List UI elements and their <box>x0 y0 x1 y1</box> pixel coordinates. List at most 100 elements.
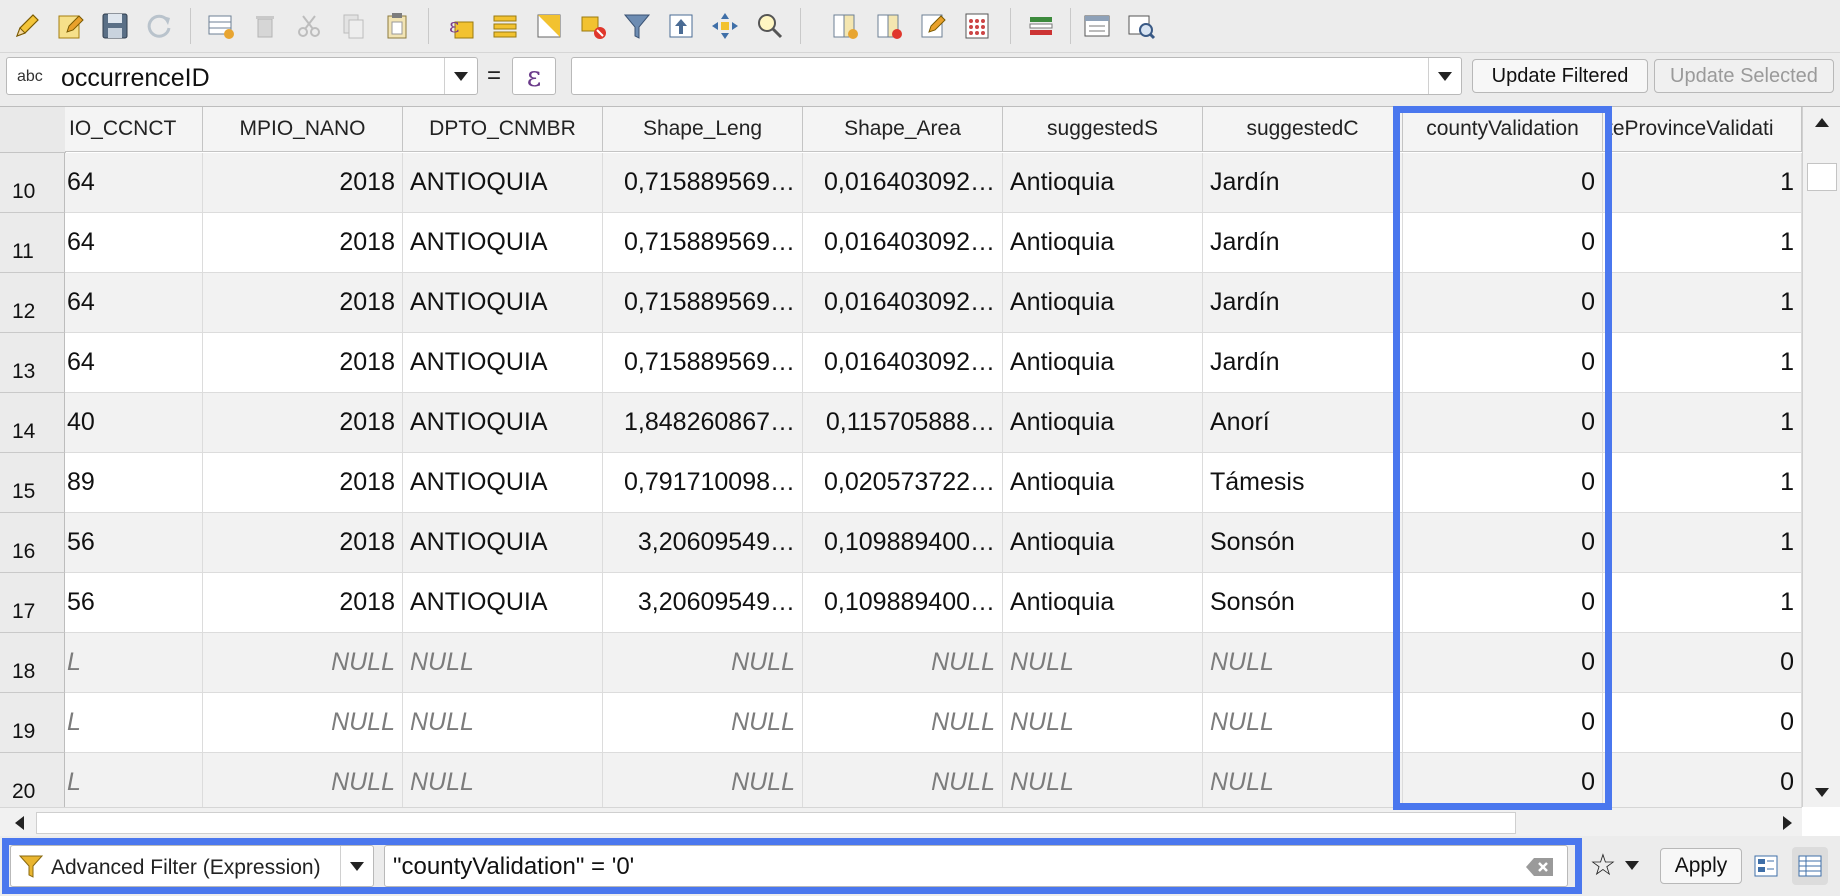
table-cell[interactable]: 0 <box>1403 573 1603 633</box>
field-select-dropdown[interactable]: abc occurrenceID <box>6 57 478 95</box>
table-cell[interactable]: NULL <box>1203 633 1403 693</box>
table-cell[interactable]: ANTIOQUIA <box>403 213 603 273</box>
table-view-icon[interactable] <box>1792 847 1828 885</box>
table-cell[interactable]: ANTIOQUIA <box>403 513 603 573</box>
table-cell[interactable]: Sonsón <box>1203 513 1403 573</box>
scroll-thumb[interactable] <box>1807 163 1837 191</box>
clear-icon[interactable] <box>1525 856 1555 878</box>
table-cell[interactable]: 0 <box>1403 753 1603 813</box>
table-cell[interactable]: NULL <box>403 693 603 753</box>
table-cell[interactable]: 0 <box>1403 393 1603 453</box>
table-cell[interactable]: 0,791710098… <box>603 453 803 513</box>
table-cell[interactable]: Jardín <box>1203 213 1403 273</box>
table-cell[interactable]: NULL <box>603 693 803 753</box>
table-row[interactable]: 11 64 2018 ANTIOQUIA 0,715889569… 0,016403092… <box>0 213 1802 273</box>
deselect-all-icon[interactable] <box>574 7 612 45</box>
conditional-format-icon[interactable] <box>914 7 952 45</box>
table-cell[interactable]: Jardín <box>1203 273 1403 333</box>
new-field-icon[interactable] <box>826 7 864 45</box>
scroll-left-icon[interactable] <box>4 808 34 838</box>
table-cell[interactable]: 0 <box>1403 513 1603 573</box>
table-cell[interactable]: Antioquia <box>1003 513 1203 573</box>
table-cell[interactable]: 2018 <box>203 333 403 393</box>
chevron-down-icon[interactable] <box>1428 58 1461 94</box>
column-header[interactable]: teProvinceValidati <box>1603 107 1802 152</box>
table-cell[interactable]: 0 <box>1403 693 1603 753</box>
table-cell[interactable]: NULL <box>203 633 403 693</box>
scroll-right-icon[interactable] <box>1772 808 1802 838</box>
row-number[interactable]: 18 <box>0 633 65 693</box>
star-icon[interactable]: ☆ <box>1586 848 1620 882</box>
table-cell[interactable]: ANTIOQUIA <box>403 333 603 393</box>
table-cell[interactable]: 3,20609549… <box>603 573 803 633</box>
actions-icon[interactable] <box>1022 7 1060 45</box>
table-cell[interactable]: 0,115705888… <box>803 393 1003 453</box>
scroll-thumb[interactable] <box>36 812 1516 834</box>
table-cell[interactable]: 1 <box>1603 153 1802 213</box>
row-number[interactable]: 12 <box>0 273 65 333</box>
table-cell[interactable]: NULL <box>603 753 803 813</box>
organize-columns-icon[interactable] <box>1122 7 1160 45</box>
expression-builder-button[interactable]: ε <box>512 57 556 95</box>
table-cell[interactable]: L <box>65 693 203 753</box>
table-cell[interactable]: Anorí <box>1203 393 1403 453</box>
form-view-icon[interactable] <box>1748 847 1784 885</box>
table-cell[interactable]: L <box>65 753 203 813</box>
row-number[interactable]: 17 <box>0 573 65 633</box>
table-cell[interactable]: 0,016403092… <box>803 153 1003 213</box>
table-cell[interactable]: 40 <box>65 393 203 453</box>
table-cell[interactable]: 0,715889569… <box>603 333 803 393</box>
column-header[interactable]: IO_CCNCT <box>65 107 203 152</box>
select-all-icon[interactable] <box>486 7 524 45</box>
add-feature-icon[interactable] <box>202 7 240 45</box>
chevron-down-icon[interactable] <box>340 846 373 886</box>
table-cell[interactable]: 1 <box>1603 273 1802 333</box>
table-cell[interactable]: 0,109889400… <box>803 573 1003 633</box>
table-cell[interactable]: ANTIOQUIA <box>403 393 603 453</box>
table-row[interactable]: 10 64 2018 ANTIOQUIA 0,715889569… 0,016403092… <box>0 153 1802 213</box>
column-header[interactable]: MPIO_NANO <box>203 107 403 152</box>
table-cell[interactable]: 1 <box>1603 513 1802 573</box>
table-cell[interactable]: NULL <box>1003 693 1203 753</box>
table-cell[interactable]: 1 <box>1603 573 1802 633</box>
expression-combo-input[interactable] <box>571 57 1462 95</box>
delete-feature-icon[interactable] <box>246 7 284 45</box>
table-cell[interactable]: 0 <box>1403 153 1603 213</box>
row-number[interactable]: 10 <box>0 153 65 213</box>
table-cell[interactable]: Jardín <box>1203 153 1403 213</box>
zoom-to-selected-icon[interactable] <box>750 7 788 45</box>
table-row[interactable]: 20 L NULL NULL NULL NULL NULL NULL 0 0 <box>0 753 1802 813</box>
multi-edit-icon[interactable] <box>52 7 90 45</box>
table-cell[interactable]: 2018 <box>203 573 403 633</box>
update-filtered-button[interactable]: Update Filtered <box>1472 59 1648 93</box>
table-cell[interactable]: 1 <box>1603 453 1802 513</box>
table-cell[interactable]: ANTIOQUIA <box>403 273 603 333</box>
table-cell[interactable]: ANTIOQUIA <box>403 153 603 213</box>
row-number[interactable]: 15 <box>0 453 65 513</box>
table-cell[interactable]: 0 <box>1603 753 1802 813</box>
table-cell[interactable]: Antioquia <box>1003 273 1203 333</box>
scroll-down-icon[interactable] <box>1803 777 1840 807</box>
horizontal-scrollbar[interactable] <box>0 807 1802 838</box>
table-cell[interactable]: 0,109889400… <box>803 513 1003 573</box>
table-cell[interactable]: 0,020573722… <box>803 453 1003 513</box>
table-cell[interactable]: 56 <box>65 573 203 633</box>
column-header[interactable]: Shape_Leng <box>603 107 803 152</box>
table-cell[interactable]: 2018 <box>203 393 403 453</box>
table-cell[interactable]: NULL <box>403 753 603 813</box>
table-row[interactable]: 13 64 2018 ANTIOQUIA 0,715889569… 0,016403092… <box>0 333 1802 393</box>
table-cell[interactable]: 2018 <box>203 273 403 333</box>
table-cell[interactable]: 0,715889569… <box>603 153 803 213</box>
table-cell[interactable]: 64 <box>65 333 203 393</box>
row-number[interactable]: 20 <box>0 753 65 813</box>
table-cell[interactable]: 1 <box>1603 393 1802 453</box>
table-cell[interactable]: 56 <box>65 513 203 573</box>
table-cell[interactable]: 0 <box>1603 633 1802 693</box>
invert-selection-icon[interactable] <box>530 7 568 45</box>
filter-expression-input[interactable]: "countyValidation" = '0' <box>384 845 1568 887</box>
chevron-down-icon[interactable] <box>1620 848 1644 882</box>
scroll-up-icon[interactable] <box>1803 107 1840 137</box>
table-row[interactable]: 14 40 2018 ANTIOQUIA 1,848260867… 0,115705888… <box>0 393 1802 453</box>
table-cell[interactable]: 0 <box>1403 333 1603 393</box>
table-corner[interactable] <box>0 107 66 153</box>
